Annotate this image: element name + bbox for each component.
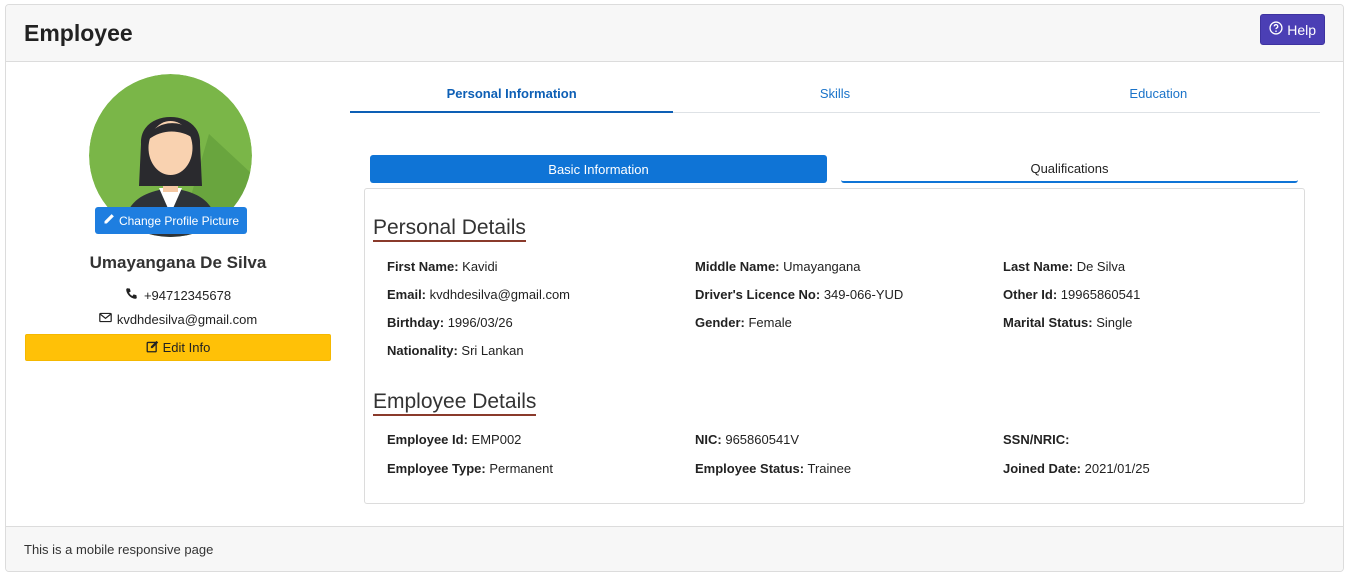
edit-icon (146, 340, 159, 356)
subtab-qualifications[interactable]: Qualifications (841, 155, 1298, 183)
tab-education[interactable]: Education (997, 74, 1320, 112)
details-row: Email: kvdhdesilva@gmail.com Driver's Li… (387, 287, 1307, 307)
tab-personal-information[interactable]: Personal Information (350, 74, 674, 113)
details-row: Employee Type: Permanent Employee Status… (387, 461, 1307, 481)
details-row: Birthday: 1996/03/26 Gender: Female Mari… (387, 315, 1307, 335)
first-name-field: First Name: Kavidi (387, 259, 498, 274)
phone-text: +94712345678 (143, 287, 232, 303)
gender-field: Gender: Female (695, 315, 792, 330)
email-field: Email: kvdhdesilva@gmail.com (387, 287, 570, 302)
profile-phone: +94712345678 (25, 287, 331, 303)
question-circle-icon (1269, 21, 1283, 38)
help-button[interactable]: Help (1260, 14, 1325, 45)
change-profile-picture-label: Change Profile Picture (118, 213, 240, 228)
birthday-field: Birthday: 1996/03/26 (387, 315, 513, 330)
footer-text: This is a mobile responsive page (24, 542, 214, 557)
card-footer: This is a mobile responsive page (6, 526, 1343, 571)
tab-skills[interactable]: Skills (673, 74, 996, 112)
details-panel: Personal Details First Name: Kavidi Midd… (364, 188, 1305, 504)
details-row: Nationality: Sri Lankan (387, 343, 1307, 363)
personal-details-title: Personal Details (373, 216, 526, 242)
envelope-icon (99, 311, 112, 327)
card-header: Employee Help (6, 5, 1343, 62)
employee-status-field: Employee Status: Trainee (695, 461, 852, 476)
nationality-field: Nationality: Sri Lankan (387, 343, 524, 358)
nic-field: NIC: 965860541V (695, 432, 800, 447)
profile-email: kvdhdesilva@gmail.com (25, 311, 331, 327)
help-label: Help (1287, 21, 1316, 38)
employee-details-title: Employee Details (373, 390, 537, 416)
ssn-field: SSN/NRIC: (1003, 432, 1070, 447)
subtab-basic-information[interactable]: Basic Information (370, 155, 827, 183)
other-id-field: Other Id: 19965860541 (1003, 287, 1141, 302)
page-title: Employee (24, 20, 133, 46)
edit-info-label: Edit Info (162, 340, 211, 355)
joined-date-field: Joined Date: 2021/01/25 (1003, 461, 1150, 476)
profile-name: Umayangana De Silva (89, 253, 267, 272)
marital-status-field: Marital Status: Single (1003, 315, 1133, 330)
middle-name-field: Middle Name: Umayangana (695, 259, 861, 274)
details-row: First Name: Kavidi Middle Name: Umayanga… (387, 259, 1307, 279)
details-row: Employee Id: EMP002 NIC: 965860541V SSN/… (387, 432, 1307, 452)
main-tabs: Personal Information Skills Education (350, 74, 1320, 113)
edit-info-button[interactable]: Edit Info (25, 334, 331, 361)
phone-icon (125, 287, 138, 303)
employee-type-field: Employee Type: Permanent (387, 461, 553, 476)
last-name-field: Last Name: De Silva (1003, 259, 1126, 274)
email-text: kvdhdesilva@gmail.com (116, 311, 258, 327)
pencil-icon (103, 213, 115, 228)
employee-id-field: Employee Id: EMP002 (387, 432, 522, 447)
licence-field: Driver's Licence No: 349-066-YUD (695, 287, 904, 302)
change-profile-picture-button[interactable]: Change Profile Picture (95, 207, 247, 234)
